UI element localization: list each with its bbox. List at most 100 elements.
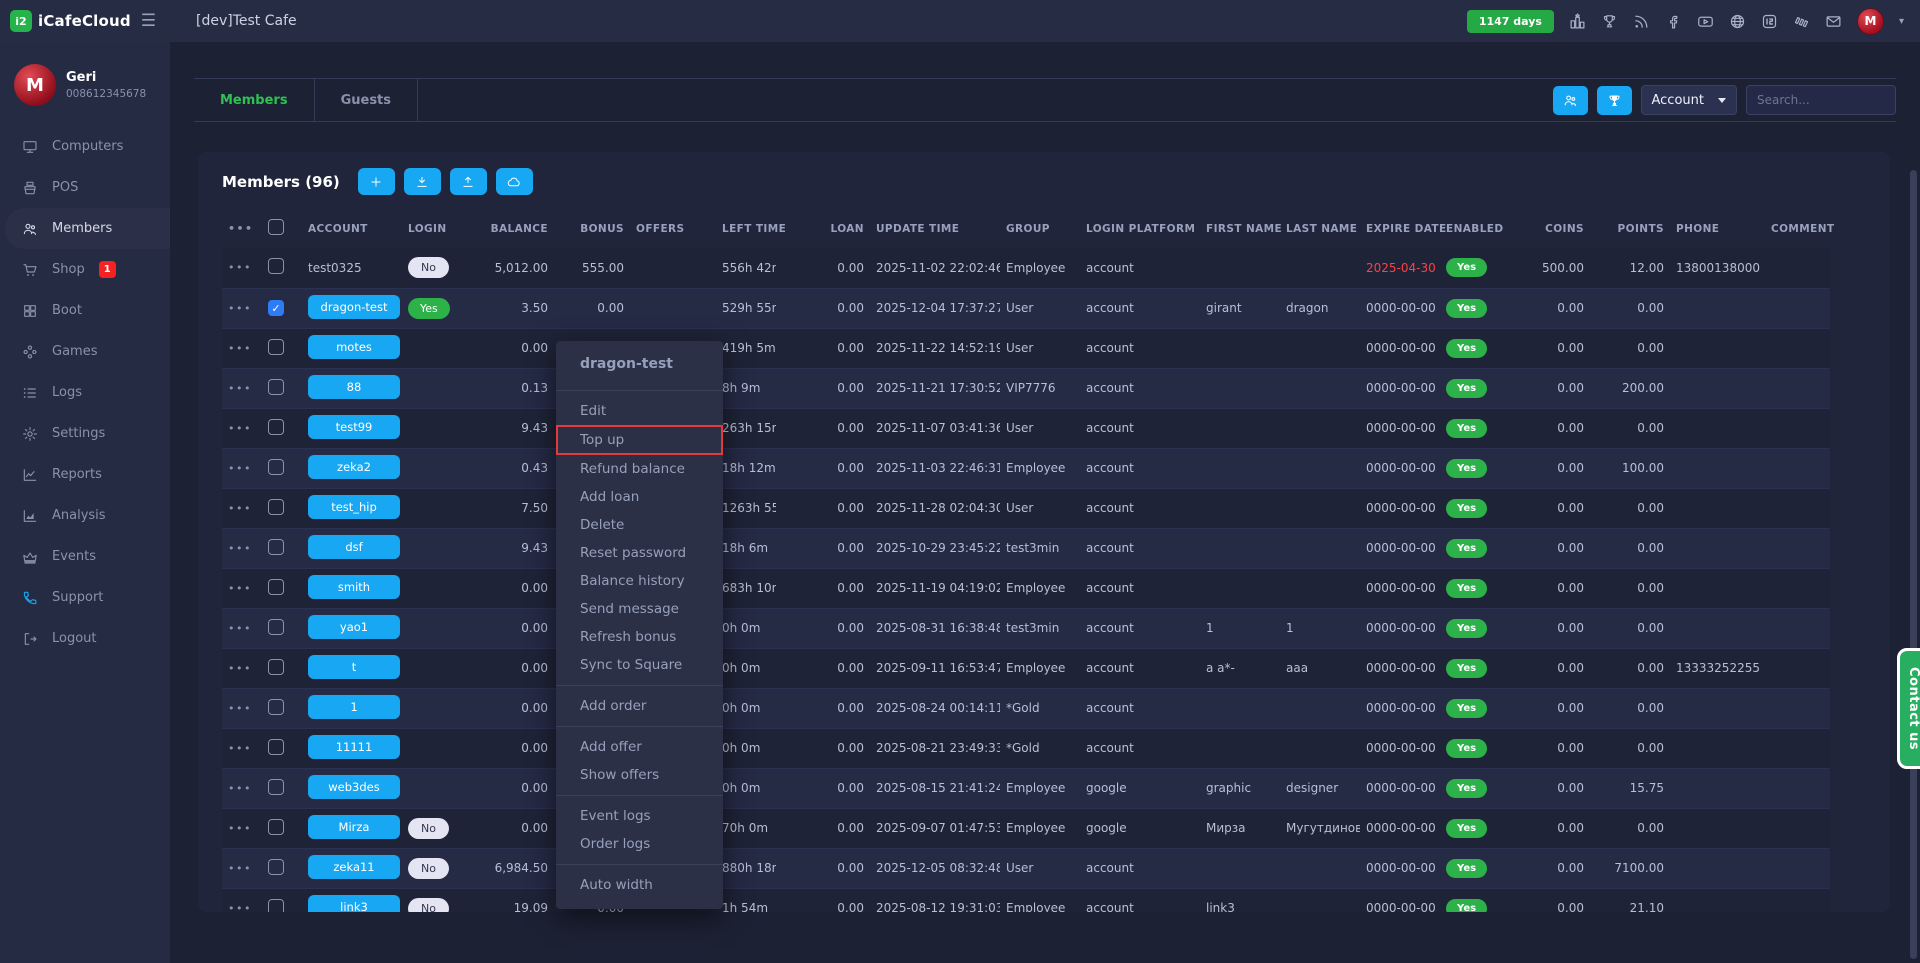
col-header-group[interactable]: GROUP xyxy=(1000,209,1080,248)
col-header-login[interactable]: LOGIN xyxy=(402,209,482,248)
context-menu-item-top-up[interactable]: Top up xyxy=(556,425,723,455)
row-checkbox[interactable] xyxy=(268,899,284,913)
sidebar-item-events[interactable]: Events xyxy=(0,536,170,577)
row-actions-icon[interactable]: ••• xyxy=(222,488,262,528)
sidebar-item-analysis[interactable]: Analysis xyxy=(0,495,170,536)
col-header-loan[interactable]: LOAN xyxy=(776,209,870,248)
col-header-balance[interactable]: BALANCE xyxy=(482,209,554,248)
account-pill[interactable]: dragon-test xyxy=(308,295,400,319)
row-actions-icon[interactable]: ••• xyxy=(222,888,262,912)
row-actions-icon[interactable]: ••• xyxy=(222,328,262,368)
col-header-left-time[interactable]: LEFT TIME xyxy=(684,209,776,248)
context-menu-item-add-loan[interactable]: Add loan xyxy=(556,483,723,511)
cloud-download-member-button[interactable] xyxy=(496,168,533,195)
context-menu-item-show-offers[interactable]: Show offers xyxy=(556,761,723,789)
account-pill[interactable]: smith xyxy=(308,575,400,599)
account-pill[interactable]: motes xyxy=(308,335,400,359)
sidebar-item-settings[interactable]: Settings xyxy=(0,413,170,454)
user-avatar[interactable]: M xyxy=(1857,8,1884,35)
account-pill[interactable]: dsf xyxy=(308,535,400,559)
layers-icon[interactable] xyxy=(1793,13,1810,30)
contact-us-button[interactable]: Contact us xyxy=(1897,648,1920,769)
chevron-down-icon[interactable]: ▾ xyxy=(1899,16,1904,27)
sidebar-item-logout[interactable]: Logout xyxy=(0,618,170,659)
youtube-icon[interactable] xyxy=(1697,13,1714,30)
row-actions-icon[interactable]: ••• xyxy=(222,368,262,408)
col-header-last-name[interactable]: LAST NAME xyxy=(1280,209,1360,248)
row-checkbox[interactable] xyxy=(268,579,284,595)
row-actions-icon[interactable]: ••• xyxy=(222,248,262,288)
row-actions-icon[interactable]: ••• xyxy=(222,728,262,768)
hamburger-menu-icon[interactable]: ☰ xyxy=(141,11,156,31)
header-actions-icon[interactable]: ••• xyxy=(222,209,262,248)
tab-members[interactable]: Members xyxy=(194,79,315,121)
account-pill[interactable]: 88 xyxy=(308,375,400,399)
sidebar-item-computers[interactable]: Computers xyxy=(0,126,170,167)
row-actions-icon[interactable]: ••• xyxy=(222,448,262,488)
context-menu-item-balance-history[interactable]: Balance history xyxy=(556,567,723,595)
account-pill[interactable]: test_hip xyxy=(308,495,400,519)
col-header-bonus[interactable]: BONUS xyxy=(554,209,630,248)
row-checkbox[interactable] xyxy=(268,499,284,515)
col-header-enabled[interactable]: ENABLED xyxy=(1440,209,1520,248)
row-actions-icon[interactable]: ••• xyxy=(222,688,262,728)
row-checkbox[interactable] xyxy=(268,779,284,795)
row-actions-icon[interactable]: ••• xyxy=(222,528,262,568)
row-actions-icon[interactable]: ••• xyxy=(222,648,262,688)
account-filter-select[interactable]: Account xyxy=(1641,85,1738,115)
search-input[interactable] xyxy=(1746,85,1896,115)
col-header-phone[interactable]: PHONE xyxy=(1670,209,1765,248)
col-header-update-time[interactable]: UPDATE TIME xyxy=(870,209,1000,248)
rss-icon[interactable] xyxy=(1633,13,1650,30)
mail-icon[interactable] xyxy=(1825,13,1842,30)
row-actions-icon[interactable]: ••• xyxy=(222,848,262,888)
upload-member-button[interactable] xyxy=(450,168,487,195)
row-actions-icon[interactable]: ••• xyxy=(222,608,262,648)
context-menu-item-add-offer[interactable]: Add offer xyxy=(556,733,723,761)
col-header-points[interactable]: POINTS xyxy=(1590,209,1670,248)
account-pill[interactable]: 1 xyxy=(308,695,400,719)
trophy-icon[interactable] xyxy=(1601,13,1618,30)
add-member-button[interactable] xyxy=(358,168,395,195)
sidebar-item-shop[interactable]: Shop1 xyxy=(0,249,170,290)
sidebar-item-reports[interactable]: Reports xyxy=(0,454,170,495)
sidebar-item-games[interactable]: Games xyxy=(0,331,170,372)
col-header-first-name[interactable]: FIRST NAME xyxy=(1200,209,1280,248)
row-checkbox[interactable] xyxy=(268,419,284,435)
context-menu-item-sync-to-square[interactable]: Sync to Square xyxy=(556,651,723,679)
context-menu-item-auto-width[interactable]: Auto width xyxy=(556,871,723,899)
col-header-login-platform[interactable]: LOGIN PLATFORM xyxy=(1080,209,1200,248)
account-pill[interactable]: zeka11 xyxy=(308,855,400,879)
account-pill[interactable]: link3 xyxy=(308,895,400,913)
account-pill[interactable]: test99 xyxy=(308,415,400,439)
context-menu-item-event-logs[interactable]: Event logs xyxy=(556,802,723,830)
row-actions-icon[interactable]: ••• xyxy=(222,288,262,328)
col-header-offers[interactable]: OFFERS xyxy=(630,209,684,248)
row-checkbox[interactable] xyxy=(268,539,284,555)
members-filter-button[interactable] xyxy=(1553,86,1588,115)
context-menu-item-edit[interactable]: Edit xyxy=(556,397,723,425)
row-checkbox[interactable] xyxy=(268,619,284,635)
globe-icon[interactable] xyxy=(1729,13,1746,30)
icafe-icon[interactable] xyxy=(1761,13,1778,30)
sidebar-item-logs[interactable]: Logs xyxy=(0,372,170,413)
context-menu-item-order-logs[interactable]: Order logs xyxy=(556,830,723,858)
row-actions-icon[interactable]: ••• xyxy=(222,768,262,808)
facebook-icon[interactable] xyxy=(1665,13,1682,30)
account-pill[interactable]: 11111 xyxy=(308,735,400,759)
row-actions-icon[interactable]: ••• xyxy=(222,568,262,608)
account-pill[interactable]: Mirza xyxy=(308,815,400,839)
sidebar-avatar[interactable]: M xyxy=(14,64,56,106)
row-checkbox[interactable] xyxy=(268,379,284,395)
download-member-button[interactable] xyxy=(404,168,441,195)
context-menu-item-send-message[interactable]: Send message xyxy=(556,595,723,623)
account-pill[interactable]: zeka2 xyxy=(308,455,400,479)
app-logo[interactable]: i2 iCafeCloud xyxy=(10,10,131,32)
tab-guests[interactable]: Guests xyxy=(315,79,418,121)
col-header-account[interactable]: ACCOUNT xyxy=(302,209,402,248)
col-header-coins[interactable]: COINS xyxy=(1520,209,1590,248)
sidebar-item-boot[interactable]: Boot xyxy=(0,290,170,331)
row-checkbox[interactable] xyxy=(268,339,284,355)
vertical-scrollbar[interactable] xyxy=(1910,170,1917,959)
row-actions-icon[interactable]: ••• xyxy=(222,808,262,848)
